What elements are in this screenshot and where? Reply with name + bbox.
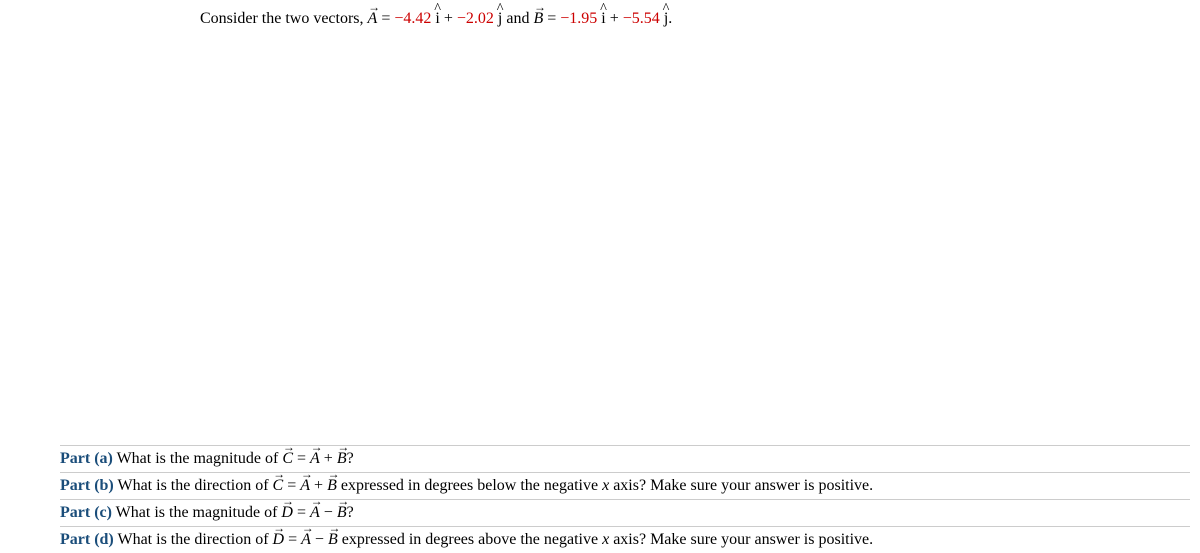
part-c-D: D — [281, 504, 293, 522]
part-a-A: A — [310, 450, 320, 468]
part-d-A: A — [301, 531, 311, 549]
parts-container: Part (a) What is the magnitude of C = A … — [60, 445, 1190, 553]
part-b-row: Part (b) What is the direction of C = A … — [60, 472, 1190, 499]
part-d-row: Part (d) What is the direction of D = A … — [60, 526, 1190, 553]
part-a-pre: What is the magnitude of — [113, 450, 282, 467]
i-hat-1: i — [435, 10, 439, 28]
j-hat-2: j — [664, 10, 668, 28]
part-c-label: Part (c) — [60, 504, 112, 521]
part-d-post2: axis? Make sure your answer is positive. — [609, 531, 873, 548]
part-b-A: A — [300, 477, 310, 495]
part-b-post1: expressed in degrees below the negative — [337, 477, 602, 494]
vector-A: A — [368, 10, 378, 28]
j-hat-1: j — [498, 10, 502, 28]
part-a-C: C — [282, 450, 293, 468]
vector-B: B — [533, 10, 543, 28]
part-a-label: Part (a) — [60, 450, 113, 467]
A-j-coeff: −2.02 — [457, 10, 494, 27]
part-a-row: Part (a) What is the magnitude of C = A … — [60, 445, 1190, 472]
part-d-B: B — [328, 531, 338, 549]
B-i-coeff: −1.95 — [560, 10, 597, 27]
and-text: and — [502, 10, 533, 27]
part-b-post2: axis? Make sure your answer is positive. — [609, 477, 873, 494]
A-i-coeff: −4.42 — [394, 10, 431, 27]
part-b-B: B — [327, 477, 337, 495]
part-d-pre: What is the direction of — [114, 531, 273, 548]
intro-prefix: Consider the two vectors, — [200, 10, 368, 27]
part-b-label: Part (b) — [60, 477, 114, 494]
problem-statement: Consider the two vectors, A = −4.42 i + … — [200, 10, 672, 28]
part-d-post1: expressed in degrees above the negative — [338, 531, 602, 548]
part-c-B: B — [337, 504, 347, 522]
part-c-row: Part (c) What is the magnitude of D = A … — [60, 499, 1190, 526]
part-c-A: A — [310, 504, 320, 522]
part-a-eq: = — [293, 450, 310, 467]
part-a-B: B — [337, 450, 347, 468]
plus2: + — [606, 10, 623, 27]
plus1: + — [440, 10, 457, 27]
part-b-C: C — [273, 477, 284, 495]
part-b-eq: = — [283, 477, 300, 494]
B-j-coeff: −5.54 — [623, 10, 660, 27]
i-hat-2: i — [601, 10, 605, 28]
part-c-pre: What is the magnitude of — [112, 504, 281, 521]
part-d-D: D — [273, 531, 285, 549]
part-c-eq: = — [293, 504, 310, 521]
part-b-pre: What is the direction of — [114, 477, 273, 494]
part-d-label: Part (d) — [60, 531, 114, 548]
part-d-eq: = — [284, 531, 301, 548]
